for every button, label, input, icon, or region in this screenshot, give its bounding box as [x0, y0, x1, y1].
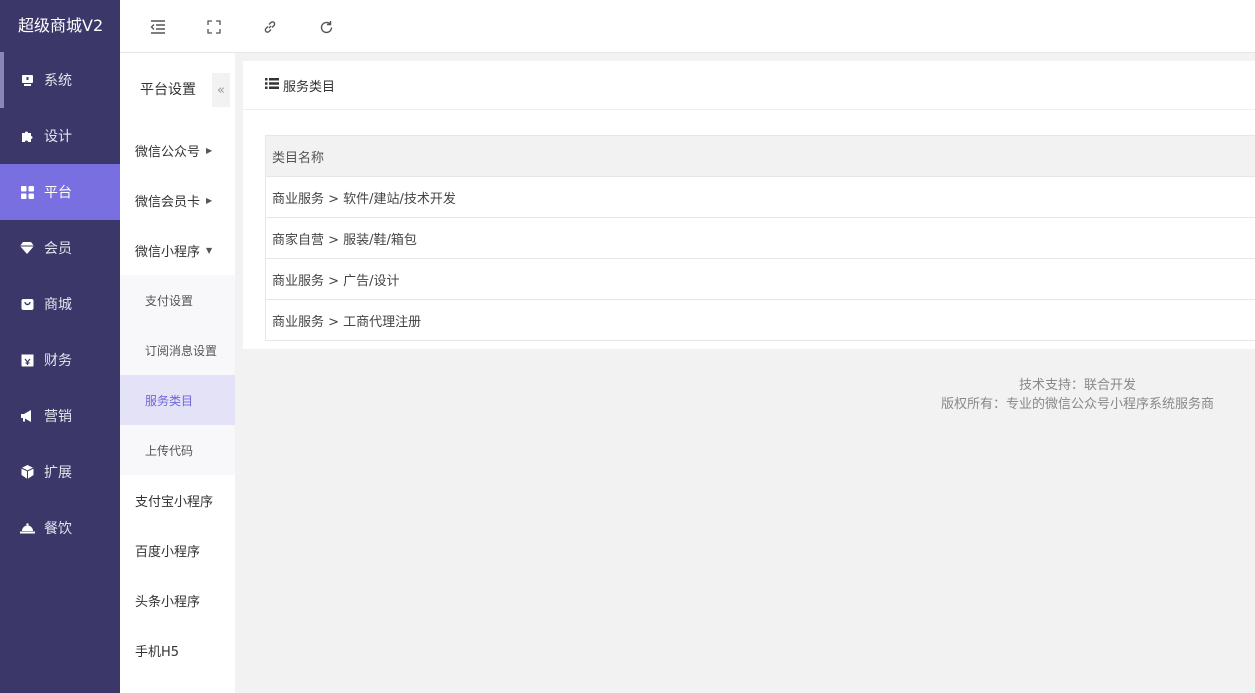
caret-right-icon: ▶ [206, 145, 213, 155]
nav-item-marketing[interactable]: 营销 [0, 388, 120, 444]
nav-item-design[interactable]: 设计 [0, 108, 120, 164]
subnav-item-toutiao-miniprogram[interactable]: 头条小程序 [120, 575, 235, 625]
nav-item-label: 设计 [44, 129, 72, 145]
cloche-icon [18, 522, 36, 534]
subnav-child-service-categories[interactable]: 服务类目 [120, 375, 235, 425]
table-row: 商业服务 > 软件/建站/技术开发 [266, 177, 1255, 218]
cube-icon [18, 465, 36, 479]
grid-icon [18, 185, 36, 199]
footer-copyright: 版权所有：专业的微信公众号小程序系统服务商 [940, 397, 1214, 412]
nav-item-label: 平台 [44, 185, 72, 201]
subnav-item-label: 头条小程序 [135, 594, 201, 610]
nav-item-system[interactable]: 系统 [0, 52, 120, 108]
nav-item-label: 营销 [44, 409, 72, 425]
fullscreen-icon[interactable] [201, 14, 227, 40]
subnav-item-label: 微信公众号 [135, 144, 201, 160]
subnav-item-baidu-miniprogram[interactable]: 百度小程序 [120, 525, 235, 575]
subnav-item-wechat-miniprogram[interactable]: 微信小程序 ▼ [120, 225, 235, 275]
subnav-item-wechat-official[interactable]: 微信公众号 ▶ [120, 125, 235, 175]
subnav-item-label: 手机H5 [135, 644, 180, 660]
subnav-child-subscription-messages[interactable]: 订阅消息设置 [120, 325, 235, 375]
main-nav: 超级商城V2 系统 设计 平台 会员 商城 财务 营销 扩展 餐饮 [0, 0, 120, 693]
nav-item-label: 会员 [44, 241, 72, 257]
nav-item-label: 系统 [44, 73, 72, 89]
subnav-child-payment-settings[interactable]: 支付设置 [120, 275, 235, 325]
category-table: 类目名称 商业服务 > 软件/建站/技术开发 商家自营 > 服装/鞋/箱包 商业… [265, 135, 1255, 341]
subnav-item-label: 微信会员卡 [135, 194, 201, 210]
nav-item-platform[interactable]: 平台 [0, 164, 120, 220]
subnav-item-alipay-miniprogram[interactable]: 支付宝小程序 [120, 475, 235, 525]
list-icon [265, 77, 279, 93]
nav-item-label: 餐饮 [44, 521, 72, 537]
nav-item-mall[interactable]: 商城 [0, 276, 120, 332]
subnav-child-upload-code[interactable]: 上传代码 [120, 425, 235, 475]
panel-title: 服务类目 [283, 79, 336, 95]
subnav-item-label: 支付宝小程序 [135, 494, 214, 510]
top-toolbar [120, 0, 1255, 53]
subnav-item-label: 微信小程序 [135, 244, 201, 260]
nav-item-label: 财务 [44, 353, 72, 369]
subnav-item-label: 百度小程序 [135, 544, 201, 560]
footer-support: 技术支持：联合开发 [1018, 378, 1136, 393]
subnav-item-mobile-h5[interactable]: 手机H5 [120, 625, 235, 675]
link-icon[interactable] [257, 14, 283, 40]
subnav-item-wechat-card[interactable]: 微信会员卡 ▶ [120, 175, 235, 225]
monitor-icon [18, 74, 36, 87]
megaphone-icon [18, 410, 36, 422]
sub-nav: 平台设置 « 微信公众号 ▶ 微信会员卡 ▶ 微信小程序 ▼ 支付设置 订阅消息… [120, 53, 235, 693]
content-panel: 服务类目 类目名称 商业服务 > 软件/建站/技术开发 商家自营 > 服装/鞋/… [243, 61, 1255, 349]
panel-header: 服务类目 [243, 61, 1255, 110]
subnav-header: 平台设置 « [120, 53, 235, 125]
caret-right-icon: ▶ [206, 195, 213, 205]
nav-item-member[interactable]: 会员 [0, 220, 120, 276]
table-row: 商家自营 > 服装/鞋/箱包 [266, 218, 1255, 259]
collapse-menu-icon[interactable] [145, 14, 171, 40]
nav-item-extend[interactable]: 扩展 [0, 444, 120, 500]
nav-item-label: 商城 [44, 297, 72, 313]
yen-icon [18, 354, 36, 367]
collapse-subnav-button[interactable]: « [212, 73, 230, 107]
shopping-bag-icon [18, 298, 36, 311]
table-row: 商业服务 > 工商代理注册 [266, 300, 1255, 341]
table-row: 商业服务 > 广告/设计 [266, 259, 1255, 300]
caret-down-icon: ▼ [206, 245, 213, 255]
nav-item-catering[interactable]: 餐饮 [0, 500, 120, 556]
nav-item-finance[interactable]: 财务 [0, 332, 120, 388]
page-footer: 技术支持：联合开发 版权所有：专业的微信公众号小程序系统服务商 [930, 376, 1225, 414]
puzzle-icon [18, 129, 36, 143]
refresh-icon[interactable] [313, 14, 339, 40]
nav-item-label: 扩展 [44, 465, 72, 481]
subnav-title: 平台设置 [140, 82, 196, 98]
gem-icon [18, 242, 36, 254]
brand-logo: 超级商城V2 [18, 16, 104, 35]
table-header: 类目名称 [266, 136, 1255, 177]
